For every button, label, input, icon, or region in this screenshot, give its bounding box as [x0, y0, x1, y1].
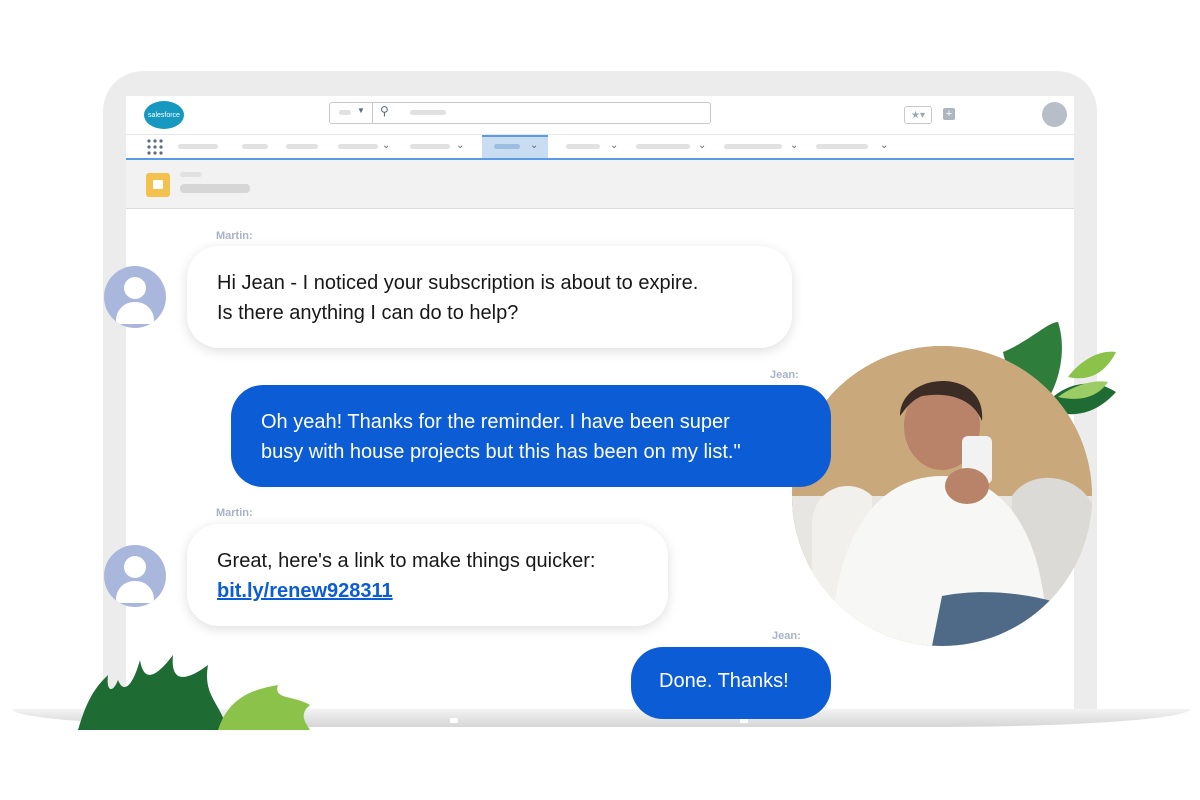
user-avatar[interactable] [1042, 102, 1067, 127]
favorites-button[interactable]: ★▾ [904, 106, 932, 124]
search-scope-dropdown[interactable]: ▼ [330, 103, 373, 123]
global-search-input[interactable]: ▼ ⚲ [329, 102, 711, 124]
global-actions-button[interactable]: + [943, 108, 955, 120]
nav-item[interactable] [816, 144, 868, 149]
app-name [178, 144, 218, 149]
chevron-down-icon[interactable]: ⌄ [880, 140, 888, 151]
agent-avatar [104, 266, 166, 328]
star-icon: ★▾ [911, 109, 925, 121]
chevron-down-icon[interactable]: ⌄ [610, 140, 618, 151]
nav-item[interactable] [566, 144, 600, 149]
message-bubble: Oh yeah! Thanks for the reminder. I have… [231, 385, 831, 487]
message-bubble: Great, here's a link to make things quic… [187, 524, 668, 626]
chevron-down-icon[interactable]: ⌄ [382, 140, 390, 151]
plus-icon: + [945, 108, 953, 120]
message-line: Oh yeah! Thanks for the reminder. I have… [261, 411, 730, 433]
chevron-down-icon[interactable]: ⌄ [790, 140, 798, 151]
salesforce-logo: salesforce [144, 101, 184, 129]
nav-item[interactable] [286, 144, 318, 149]
renewal-link[interactable]: bit.ly/renew928311 [217, 580, 393, 602]
message-line: Great, here's a link to make things quic… [217, 550, 596, 572]
sender-label: Jean: [770, 369, 799, 381]
message-line: Is there anything I can do to help? [217, 302, 519, 324]
record-title [180, 184, 250, 193]
nav-item[interactable] [636, 144, 690, 149]
message-line: Done. Thanks! [659, 670, 789, 692]
sender-label: Martin: [216, 507, 253, 519]
nav-item[interactable] [242, 144, 268, 149]
customer-photo [792, 346, 1092, 646]
navigation-bar: ⌄ ⌄ ⌄ ⌄ ⌄ ⌄ ⌄ [126, 134, 1074, 160]
record-header [126, 160, 1074, 209]
nav-item[interactable] [410, 144, 450, 149]
message-bubble: Hi Jean - I noticed your subscription is… [187, 246, 792, 348]
record-type-label [180, 172, 202, 177]
search-placeholder [410, 110, 446, 115]
nav-item[interactable] [338, 144, 378, 149]
laptop-notch [450, 718, 458, 723]
caret-down-icon: ▼ [357, 106, 365, 115]
chevron-down-icon[interactable]: ⌄ [456, 140, 464, 151]
nav-item-active[interactable]: ⌄ [482, 135, 548, 159]
app-launcher-icon[interactable] [147, 139, 163, 155]
sender-label: Jean: [772, 630, 801, 642]
message-line: busy with house projects but this has be… [261, 441, 741, 463]
briefcase-icon [146, 173, 170, 197]
nav-active-label [494, 144, 520, 149]
message-line: Hi Jean - I noticed your subscription is… [217, 272, 699, 294]
search-icon: ⚲ [380, 104, 389, 118]
chevron-down-icon[interactable]: ⌄ [698, 140, 706, 151]
chevron-down-icon: ⌄ [530, 140, 539, 151]
message-bubble: Done. Thanks! [631, 647, 831, 719]
scope-placeholder [339, 110, 351, 115]
global-header: salesforce ▼ ⚲ ★▾ + [126, 96, 1074, 134]
nav-item[interactable] [724, 144, 782, 149]
plant-illustration [78, 655, 318, 730]
agent-avatar [104, 545, 166, 607]
sender-label: Martin: [216, 230, 253, 242]
